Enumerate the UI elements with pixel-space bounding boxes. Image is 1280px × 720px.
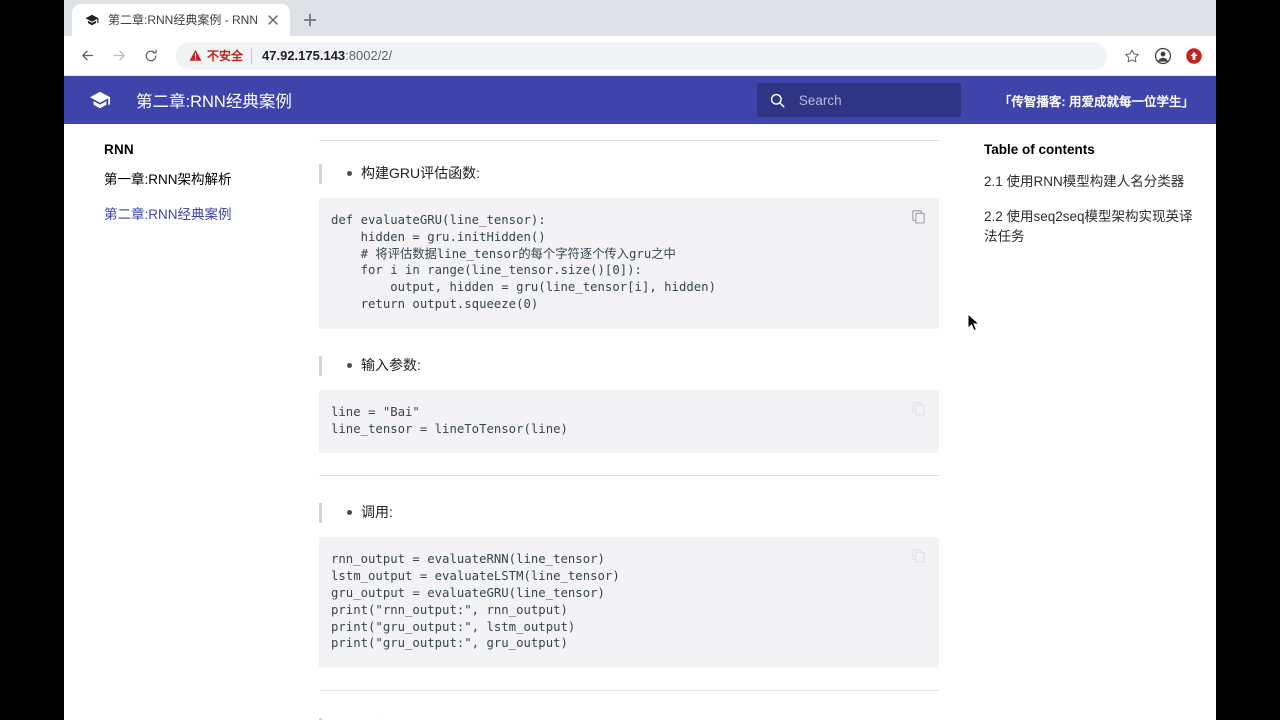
- toolbar-actions: [1115, 42, 1208, 70]
- graduation-cap-favicon: [84, 12, 100, 28]
- code-content: def evaluateGRU(line_tensor): hidden = g…: [331, 213, 716, 311]
- bullet-label: 输入参数:: [361, 356, 421, 373]
- url-host: 47.92.175.143: [262, 48, 346, 63]
- toc-title: Table of contents: [984, 142, 1095, 157]
- not-secure-warning-icon: [188, 49, 202, 63]
- sidebar-nav: RNN 第一章:RNN架构解析 第二章:RNN经典案例: [64, 124, 302, 720]
- anchor-marker: [319, 503, 322, 524]
- code-block: def evaluateGRU(line_tensor): hidden = g…: [319, 198, 939, 329]
- back-button-icon[interactable]: [72, 41, 102, 71]
- copy-to-clipboard-icon[interactable]: [910, 208, 927, 225]
- toc-item-2-1[interactable]: 2.1 使用RNN模型构建人名分类器: [984, 172, 1196, 192]
- content-divider-bottom: [319, 690, 939, 692]
- code-content: line = "Bai" line_tensor = lineToTensor(…: [331, 404, 568, 436]
- profile-avatar-icon[interactable]: [1149, 42, 1177, 70]
- sidebar-item-chapter-2[interactable]: 第二章:RNN经典案例: [104, 206, 302, 224]
- new-tab-button[interactable]: [296, 6, 324, 34]
- bullet-item: 输入参数:: [319, 355, 939, 376]
- tab-close-icon[interactable]: [264, 11, 282, 29]
- bullet-dot: [347, 171, 352, 176]
- content-divider-mid: [319, 475, 939, 477]
- main-content: 构建GRU评估函数: def evaluateGRU(line_tensor):…: [302, 124, 976, 720]
- content-inner: 构建GRU评估函数: def evaluateGRU(line_tensor):…: [319, 124, 939, 720]
- forward-button-icon[interactable]: [104, 41, 134, 71]
- bullet-label: 构建GRU评估函数:: [361, 165, 480, 181]
- bullet-dot: [347, 362, 352, 368]
- browser-tab[interactable]: 第二章:RNN经典案例 - RNN: [72, 4, 290, 36]
- bullet-item: 调用:: [319, 502, 939, 524]
- code-content: rnn_output = evaluateRNN(line_tensor) ls…: [331, 552, 620, 651]
- update-download-icon[interactable]: [1180, 42, 1208, 70]
- reload-button-icon[interactable]: [136, 41, 166, 71]
- header-tagline: 「传智播客: 用爱成就每一位学生」: [998, 94, 1194, 109]
- table-of-contents: Table of contents 2.1 使用RNN模型构建人名分类器 2.2…: [976, 124, 1216, 720]
- anchor-marker: [319, 164, 322, 184]
- search-icon: [769, 91, 787, 109]
- bullet-dot: [347, 510, 352, 516]
- anchor-marker: [319, 355, 322, 376]
- address-bar-url: 47.92.175.143:8002/2/: [262, 48, 392, 63]
- bullet-label: 调用:: [361, 504, 393, 521]
- graduation-cap-logo[interactable]: [88, 88, 112, 112]
- content-divider-top: [319, 140, 939, 141]
- site-title: 第二章:RNN经典案例: [136, 93, 292, 111]
- browser-tab-title: 第二章:RNN经典案例 - RNN: [108, 13, 258, 27]
- url-path: :8002/2/: [345, 48, 393, 63]
- site-header: 第二章:RNN经典案例 Search 「传智播客: 用爱成就每一位学生」: [64, 76, 1216, 124]
- screen-root: 第二章:RNN经典案例 - RNN 不安全 47.92.175.143:8002…: [0, 0, 1280, 720]
- bookmark-star-icon[interactable]: [1118, 42, 1146, 70]
- search-placeholder: Search: [798, 92, 842, 108]
- browser-tab-strip: 第二章:RNN经典案例 - RNN: [64, 0, 1216, 36]
- copy-to-clipboard-icon[interactable]: [910, 400, 927, 417]
- omnibox-divider: [251, 47, 253, 64]
- not-secure-label: 不安全: [207, 49, 244, 63]
- browser-toolbar: 不安全 47.92.175.143:8002/2/: [64, 36, 1216, 76]
- bullet-item: 构建GRU评估函数:: [319, 163, 939, 184]
- code-block: rnn_output = evaluateRNN(line_tensor) ls…: [319, 537, 939, 669]
- browser-window: 第二章:RNN经典案例 - RNN 不安全 47.92.175.143:8002…: [64, 0, 1216, 720]
- address-bar[interactable]: 不安全 47.92.175.143:8002/2/: [176, 41, 1107, 70]
- copy-to-clipboard-icon[interactable]: [910, 547, 927, 564]
- search-input[interactable]: Search: [756, 83, 961, 117]
- sidebar-heading: RNN: [104, 142, 134, 157]
- code-block: line = "Bai" line_tensor = lineToTensor(…: [319, 389, 939, 454]
- page-body: RNN 第一章:RNN架构解析 第二章:RNN经典案例 构建GRU评估函数: d…: [64, 124, 1216, 720]
- sidebar-item-chapter-1[interactable]: 第一章:RNN架构解析: [104, 171, 302, 189]
- toc-item-2-2[interactable]: 2.2 使用seq2seq模型架构实现英译法任务: [984, 207, 1196, 247]
